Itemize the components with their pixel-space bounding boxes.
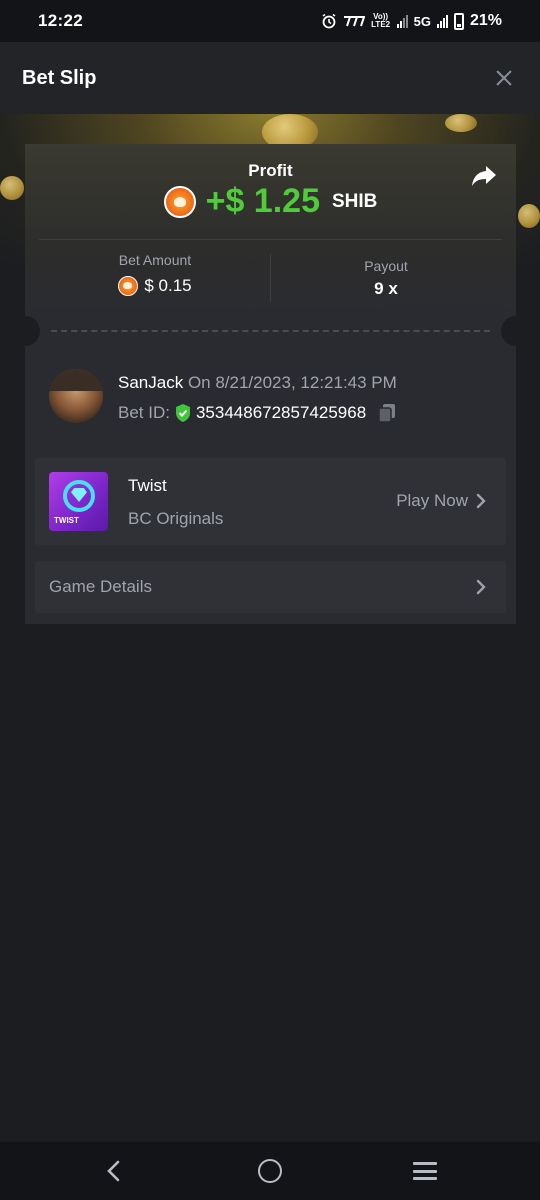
decorative-coin-icon — [445, 114, 477, 132]
game-details-label: Game Details — [49, 577, 152, 596]
close-icon[interactable] — [492, 66, 516, 90]
page-title: Bet Slip — [22, 66, 97, 89]
chevron-right-icon — [476, 579, 486, 595]
status-bar: 12:22 Vo)) LTE2 5G 21% — [0, 0, 540, 42]
profit-amount: +$ 1.25 — [205, 182, 320, 220]
game-name: Twist — [128, 476, 167, 495]
network-type: 5G — [413, 13, 431, 29]
user-info: SanJack On 8/21/2023, 12:21:43 PM Bet ID… — [49, 369, 489, 425]
game-details-row[interactable]: Game Details — [35, 561, 506, 613]
payout-value: 9 x — [374, 279, 398, 298]
profit-row: +$ 1.25 SHIB — [25, 182, 516, 221]
play-now-label: Play Now — [396, 491, 468, 510]
username[interactable]: SanJack — [118, 373, 183, 392]
share-icon[interactable] — [471, 164, 497, 188]
status-time: 12:22 — [38, 11, 83, 30]
game-link-row[interactable]: TWIST Twist BC Originals Play Now — [35, 458, 506, 545]
bet-slip-header: Bet Slip — [0, 42, 540, 114]
payout-label: Payout — [364, 258, 408, 274]
game-thumbnail: TWIST — [49, 472, 108, 531]
avatar[interactable] — [49, 369, 103, 423]
alarm-icon — [322, 13, 336, 29]
profit-currency: SHIB — [331, 190, 378, 212]
shib-coin-icon — [163, 185, 196, 218]
recent-apps-icon[interactable] — [413, 1162, 437, 1180]
game-provider: BC Originals — [128, 509, 224, 528]
shield-check-icon — [175, 404, 190, 422]
home-icon[interactable] — [258, 1159, 282, 1183]
battery-icon — [453, 12, 464, 30]
divider — [39, 239, 502, 240]
bet-id-line: Bet ID: 353448672857425968 — [118, 403, 396, 423]
bet-slip-card: Profit +$ 1.25 SHIB Bet Amount $ 0.15 Pa… — [10, 144, 531, 624]
bet-id-label: Bet ID: — [118, 403, 170, 422]
play-now-button[interactable]: Play Now — [396, 491, 486, 511]
signal-2-icon — [436, 14, 448, 28]
chevron-right-icon — [476, 493, 486, 509]
decorative-coin-icon — [0, 176, 24, 200]
bet-timestamp: On 8/21/2023, 12:21:43 PM — [187, 373, 397, 392]
thumbnail-label: TWIST — [54, 516, 79, 525]
dashed-separator — [51, 330, 490, 332]
bet-amount-label: Bet Amount — [118, 252, 192, 268]
volte-label: Vo)) LTE2 — [371, 12, 391, 29]
bet-amount-value-row: $ 0.15 — [40, 276, 270, 296]
ticket-notch — [10, 316, 40, 346]
bet-amount-value: $ 0.15 — [144, 276, 192, 295]
payout-stat: Payout 9 x — [271, 258, 501, 299]
back-icon[interactable] — [104, 1160, 124, 1182]
signal-1-icon — [396, 14, 408, 28]
status-icons: Vo)) LTE2 5G 21% — [321, 12, 502, 30]
bet-id-value: 353448672857425968 — [195, 403, 367, 422]
profit-label: Profit — [248, 161, 293, 180]
ticket-notch — [501, 316, 531, 346]
shib-coin-icon — [118, 276, 139, 296]
username-line: SanJack On 8/21/2023, 12:21:43 PM — [118, 373, 397, 393]
carrier-logo-icon — [343, 16, 365, 27]
system-nav-bar — [0, 1142, 540, 1200]
copy-icon[interactable] — [378, 403, 396, 423]
decorative-coin-icon — [518, 204, 540, 228]
battery-percent: 21% — [469, 12, 502, 29]
bet-amount-stat: Bet Amount $ 0.15 — [40, 252, 270, 296]
